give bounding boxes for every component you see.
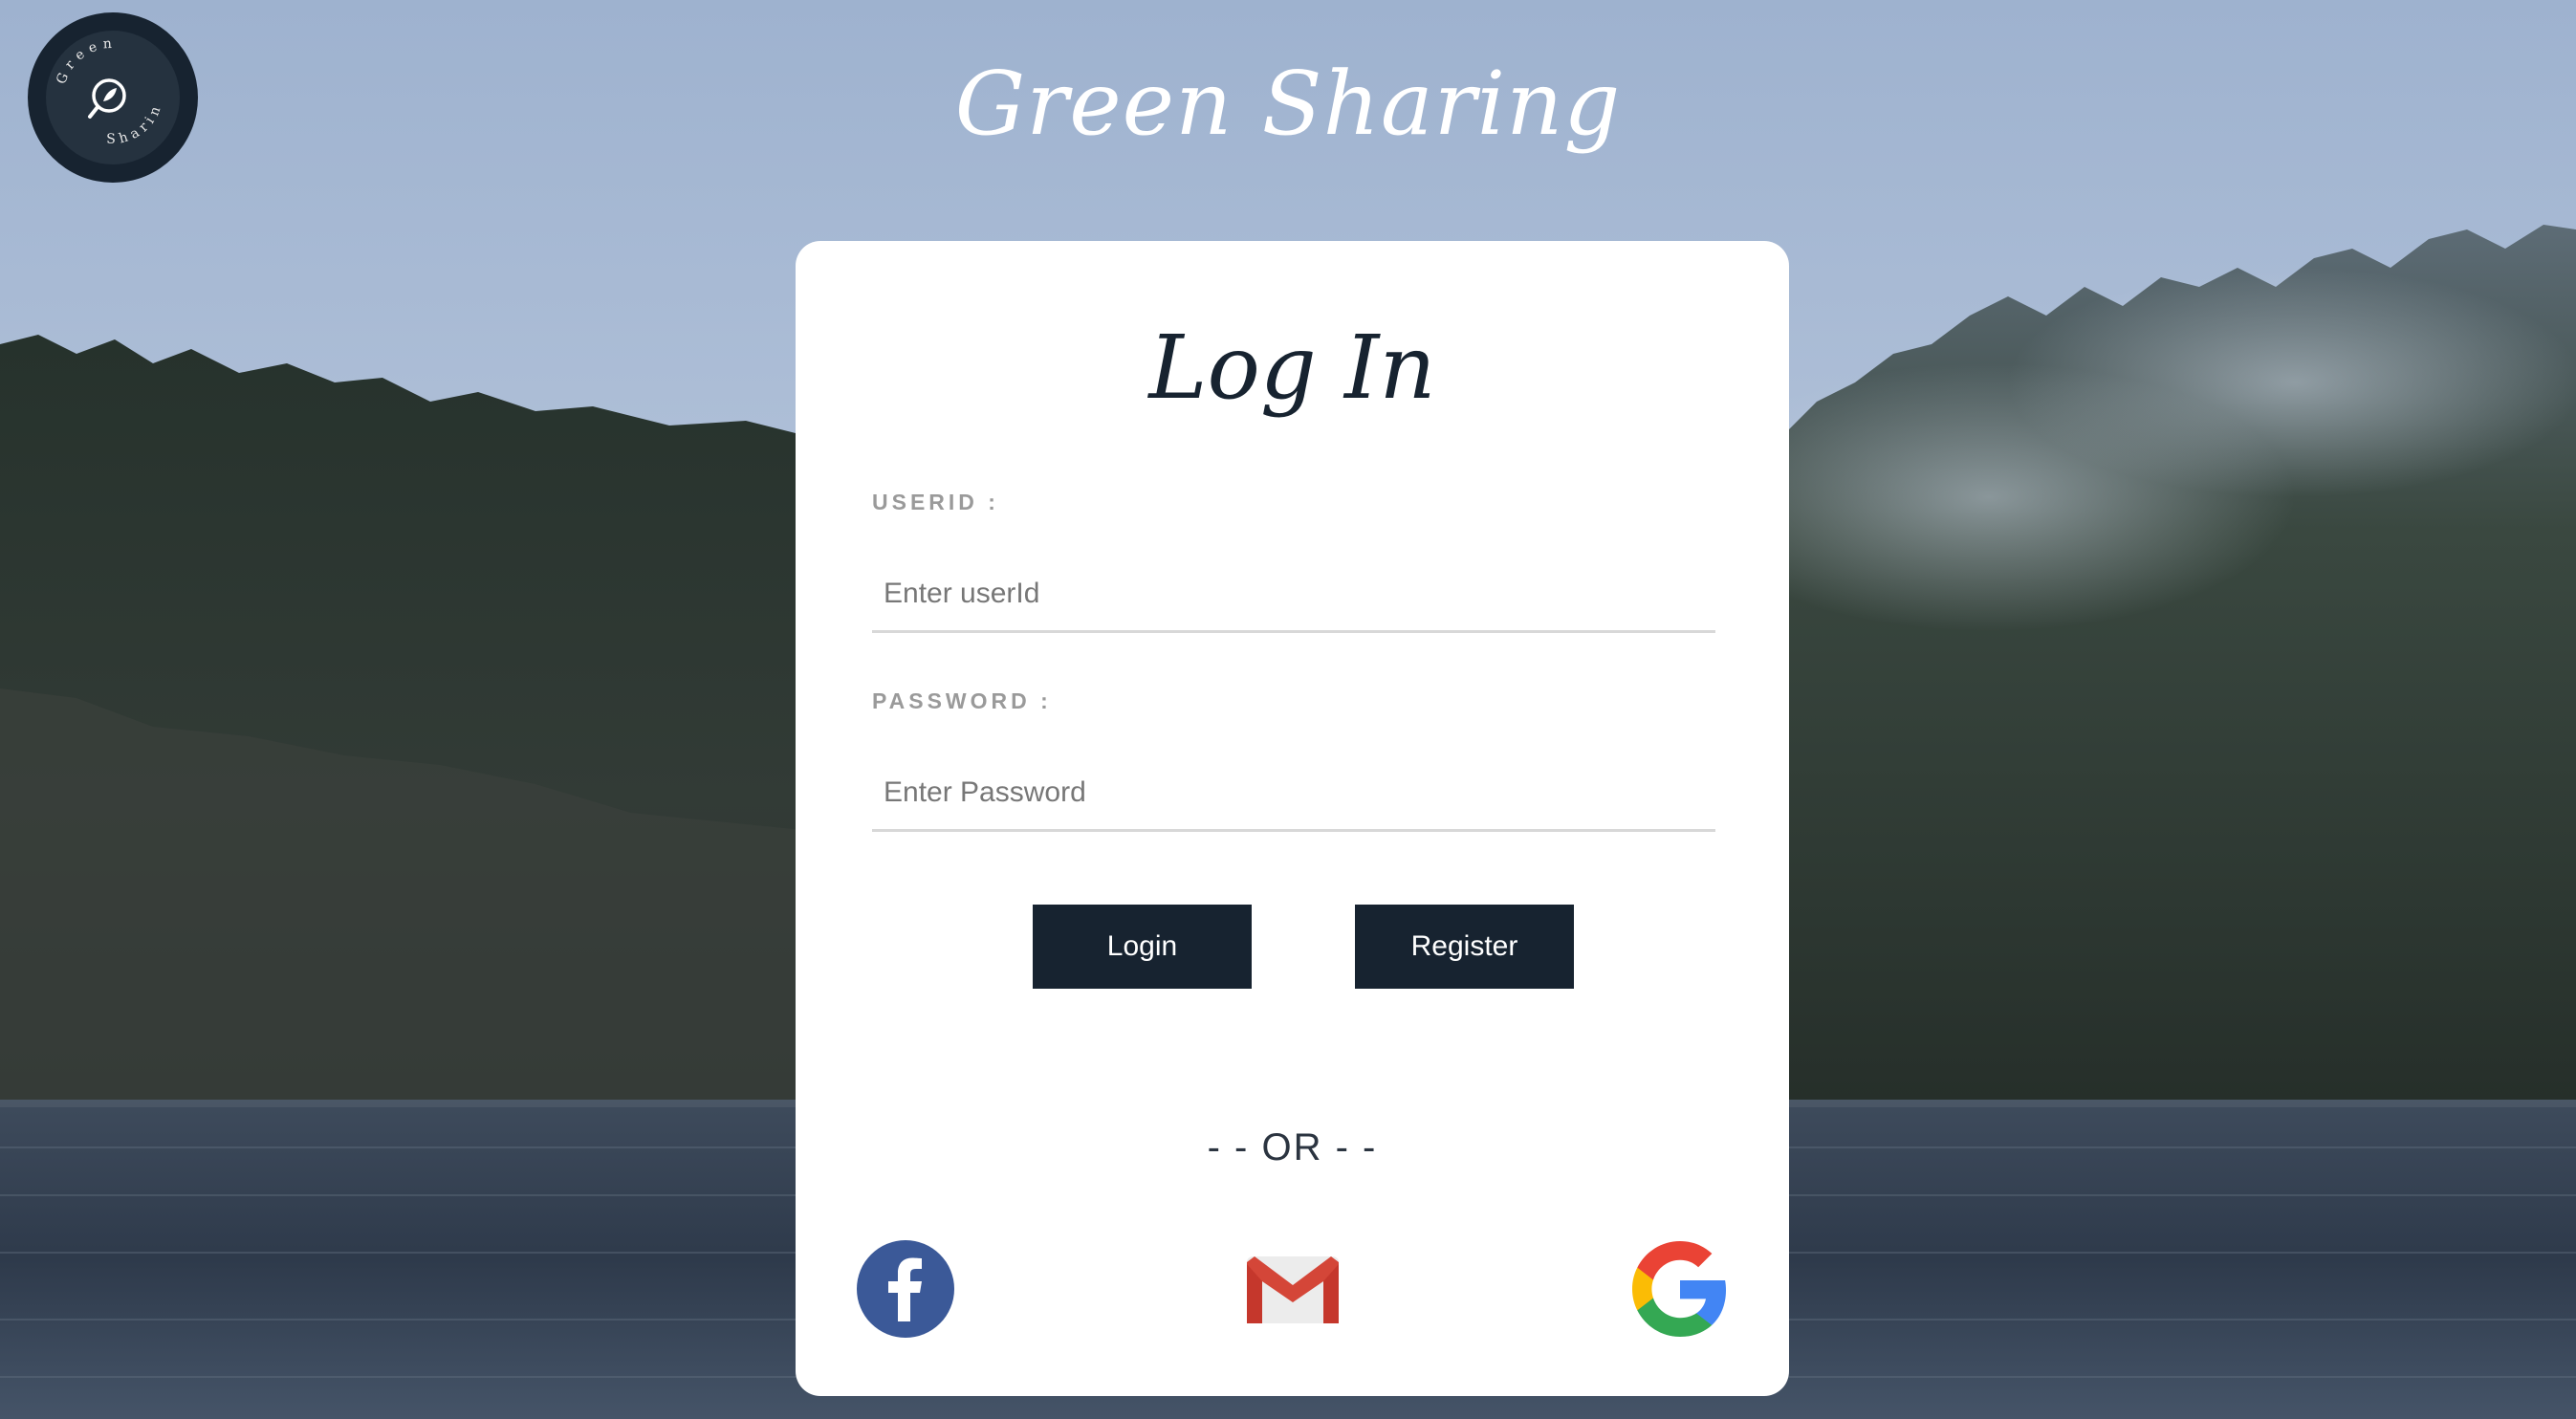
- site-title: Green Sharing: [954, 53, 1622, 155]
- login-button[interactable]: Login: [1033, 905, 1252, 989]
- google-icon[interactable]: [1630, 1239, 1730, 1339]
- gmail-icon[interactable]: [1243, 1239, 1343, 1339]
- register-button[interactable]: Register: [1355, 905, 1574, 989]
- login-card: Log In USERID : PASSWORD : Login Registe…: [796, 241, 1789, 1396]
- password-label: PASSWORD :: [872, 688, 1052, 713]
- password-input[interactable]: [872, 755, 1715, 832]
- login-heading: Log In: [1148, 317, 1436, 419]
- userid-label: USERID :: [872, 490, 999, 514]
- facebook-icon[interactable]: [856, 1239, 955, 1339]
- or-divider: - - OR - -: [1207, 1126, 1378, 1168]
- userid-input[interactable]: [872, 557, 1715, 633]
